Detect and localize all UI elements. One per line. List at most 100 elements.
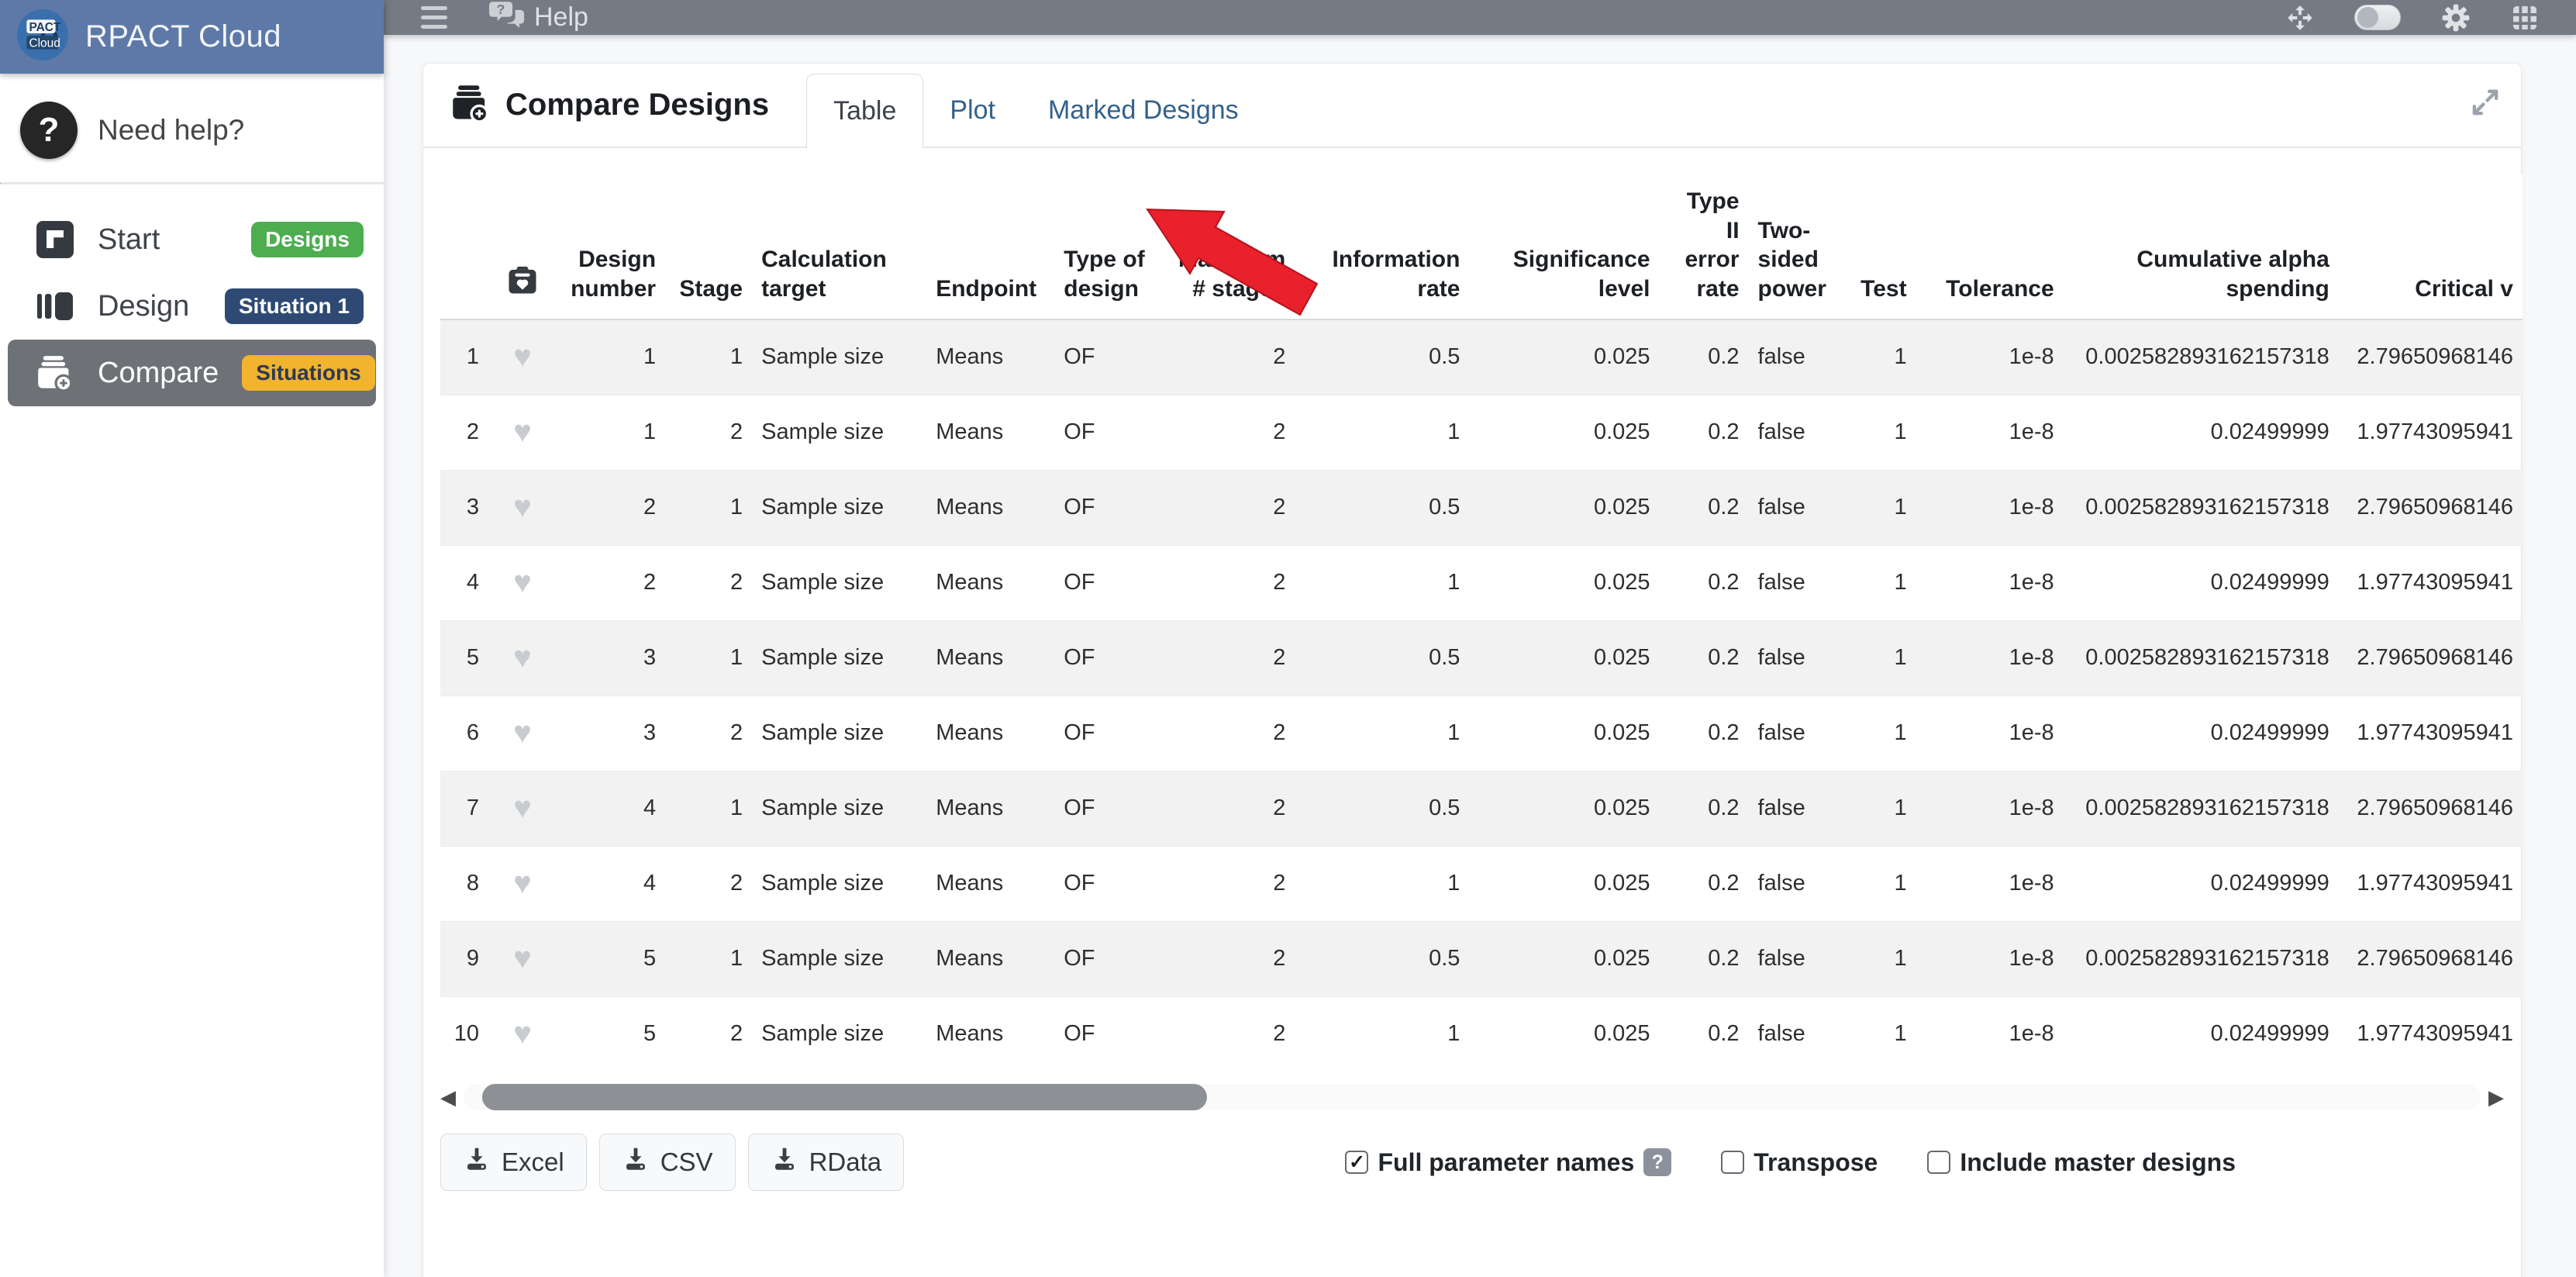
table-viewport: Design numberStageCalculation targetEndp…	[440, 174, 2523, 1072]
expand-panel-button[interactable]	[2470, 87, 2501, 122]
stage-cell: 2	[665, 395, 752, 470]
checkbox-label: Full parameter names	[1378, 1148, 1634, 1177]
question-circle-icon: ?	[20, 102, 78, 159]
type_of_design-cell: OF	[1054, 620, 1155, 695]
download-csv-button[interactable]: CSV	[599, 1134, 736, 1191]
topbar: ? Help	[384, 0, 2576, 35]
critical_value-cell: 2.79650968146	[2339, 470, 2523, 545]
favorite-heart[interactable]: ♥	[513, 490, 532, 524]
grid-menu-button[interactable]	[2511, 4, 2539, 32]
type_2_error_rate-cell: 0.2	[1660, 470, 1749, 545]
information_rate-cell: 0.5	[1295, 620, 1469, 695]
card-title-wrap: Compare Designs	[451, 64, 769, 147]
tab-marked-designs[interactable]: Marked Designs	[1022, 74, 1265, 147]
row_num-cell: 8	[440, 846, 488, 921]
cumulative_alpha_spending-cell: 0.002582893162157318	[2064, 620, 2339, 695]
tab-plot[interactable]: Plot	[923, 74, 1022, 147]
fullscreen-button[interactable]	[2286, 4, 2314, 32]
table-row: 6♥32Sample sizeMeansOF210.0250.2false11e…	[440, 695, 2523, 771]
scrollbar-thumb[interactable]	[482, 1084, 1207, 1110]
card-header: Compare Designs TablePlotMarked Designs	[423, 64, 2521, 148]
checkbox-unchecked[interactable]	[1721, 1151, 1744, 1174]
help-badge[interactable]: ?	[1643, 1148, 1671, 1176]
download-excel-button[interactable]: Excel	[440, 1134, 587, 1191]
checkbox-checked[interactable]: ✓	[1345, 1151, 1368, 1174]
favorite-heart[interactable]: ♥	[513, 866, 532, 900]
scrollbar-right-arrow[interactable]: ▶	[2488, 1087, 2504, 1107]
cumulative_alpha_spending-cell: 0.002582893162157318	[2064, 921, 2339, 996]
scrollbar-track[interactable]	[464, 1084, 2481, 1110]
checkbox-full-parameter-names[interactable]: ✓ Full parameter names?	[1345, 1148, 1671, 1177]
table-row: 8♥42Sample sizeMeansOF210.0250.2false11e…	[440, 846, 2523, 921]
theme-toggle[interactable]	[2354, 5, 2401, 30]
sidebar-item-label: Compare	[98, 357, 219, 390]
significance_level-cell: 0.025	[1469, 771, 1659, 846]
type_of_design-cell: OF	[1054, 921, 1155, 996]
tolerance-cell: 1e-8	[1916, 996, 2064, 1072]
column-header-tolerance: Tolerance	[1916, 174, 2064, 319]
type_2_error_rate-cell: 0.2	[1660, 921, 1749, 996]
information_rate-cell: 1	[1295, 996, 1469, 1072]
favorite-cell: ♥	[488, 470, 557, 545]
grid-icon	[2511, 4, 2539, 32]
download-rdata-button[interactable]: RData	[748, 1134, 905, 1191]
checkbox-unchecked[interactable]	[1927, 1151, 1950, 1174]
type_of_design-cell: OF	[1054, 771, 1155, 846]
tab-table[interactable]: Table	[806, 74, 923, 148]
design_number-cell: 3	[557, 695, 665, 771]
favorite-heart[interactable]: ♥	[513, 1016, 532, 1051]
table-row: 7♥41Sample sizeMeansOF20.50.0250.2false1…	[440, 771, 2523, 846]
tolerance-cell: 1e-8	[1916, 921, 2064, 996]
maximum_stages-cell: 2	[1155, 695, 1295, 771]
critical_value-cell: 2.79650968146	[2339, 620, 2523, 695]
sidebar-item-compare[interactable]: CompareSituations	[8, 340, 376, 406]
column-header-two_sided_power: Two-sided power	[1749, 174, 1842, 319]
calculation_target-cell: Sample size	[752, 545, 926, 620]
type_2_error_rate-cell: 0.2	[1660, 846, 1749, 921]
favorite-heart[interactable]: ♥	[513, 565, 532, 599]
sidebar-toggle-button[interactable]	[421, 6, 447, 29]
gear-icon	[2441, 3, 2471, 33]
test-cell: 1	[1842, 921, 1916, 996]
favorite-heart[interactable]: ♥	[513, 716, 532, 750]
stage-cell: 1	[665, 771, 752, 846]
tolerance-cell: 1e-8	[1916, 846, 2064, 921]
checkbox-transpose[interactable]: Transpose	[1721, 1148, 1878, 1177]
table-row: 10♥52Sample sizeMeansOF210.0250.2false11…	[440, 996, 2523, 1072]
favorite-heart[interactable]: ♥	[513, 941, 532, 975]
settings-gear-button[interactable]	[2441, 3, 2471, 33]
cumulative_alpha_spending-cell: 0.002582893162157318	[2064, 771, 2339, 846]
favorite-heart[interactable]: ♥	[513, 640, 532, 675]
table-row: 3♥21Sample sizeMeansOF20.50.0250.2false1…	[440, 470, 2523, 545]
test-cell: 1	[1842, 395, 1916, 470]
favorite-heart[interactable]: ♥	[513, 791, 532, 825]
sidebar-item-start[interactable]: StartDesigns	[0, 206, 384, 273]
help-menu-button[interactable]: ? Help	[489, 0, 588, 35]
sidebar-item-design[interactable]: DesignSituation 1	[0, 273, 384, 340]
column-header-maximum_stages: Maximum # stages	[1155, 174, 1295, 319]
stage-cell: 2	[665, 996, 752, 1072]
favorite-heart[interactable]: ♥	[513, 340, 532, 374]
need-help-link[interactable]: ? Need help?	[0, 74, 384, 182]
calculation_target-cell: Sample size	[752, 846, 926, 921]
checkbox-include-master-designs[interactable]: Include master designs	[1927, 1148, 2236, 1177]
type_of_design-cell: OF	[1054, 319, 1155, 395]
calculation_target-cell: Sample size	[752, 395, 926, 470]
type_2_error_rate-cell: 0.2	[1660, 695, 1749, 771]
favorite-cell: ♥	[488, 996, 557, 1072]
design_number-cell: 1	[557, 395, 665, 470]
svg-text:?: ?	[497, 2, 505, 17]
significance_level-cell: 0.025	[1469, 470, 1659, 545]
design_number-cell: 2	[557, 545, 665, 620]
sidebar-item-label: Design	[98, 290, 202, 323]
scrollbar-left-arrow[interactable]: ◀	[440, 1087, 456, 1107]
calculation_target-cell: Sample size	[752, 470, 926, 545]
two_sided_power-cell: false	[1749, 470, 1842, 545]
endpoint-cell: Means	[926, 771, 1054, 846]
stage-cell: 2	[665, 846, 752, 921]
column-header-stage: Stage	[665, 174, 752, 319]
compare-light-icon	[36, 354, 74, 392]
type_of_design-cell: OF	[1054, 695, 1155, 771]
favorite-heart[interactable]: ♥	[513, 415, 532, 449]
sidebar-item-badge: Designs	[251, 222, 364, 258]
